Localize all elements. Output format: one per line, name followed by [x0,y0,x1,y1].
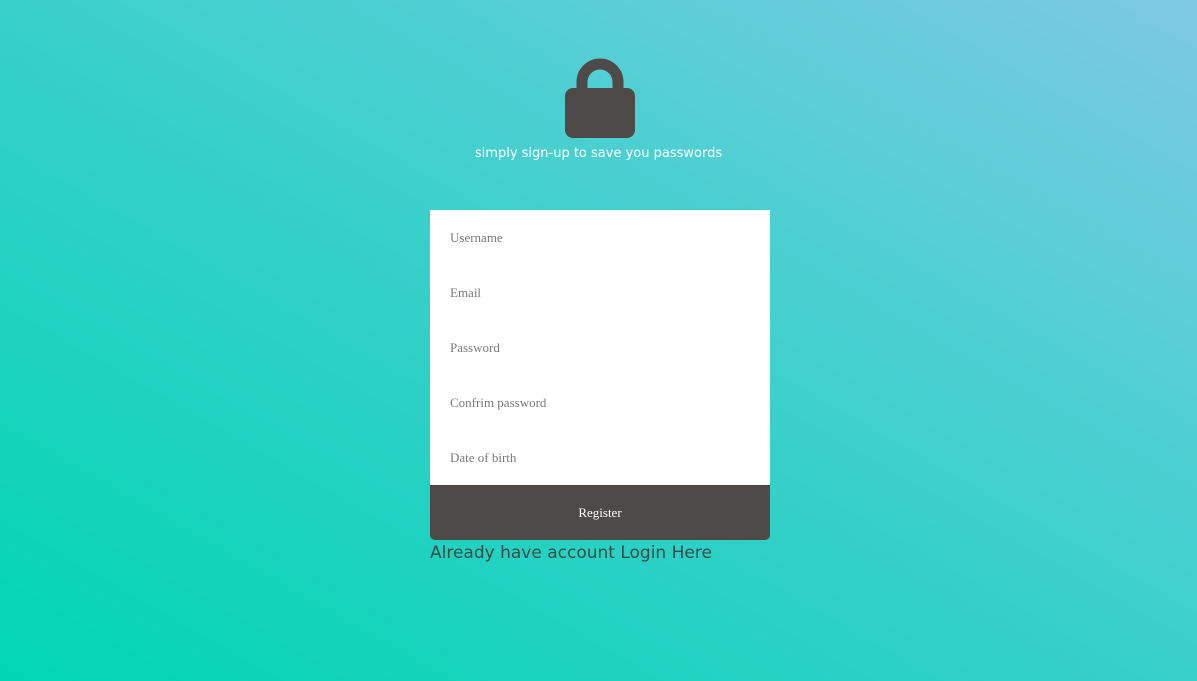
lock-icon [565,58,635,138]
confirm-password-field[interactable] [430,375,770,430]
tagline: simply sign-up to save you passwords [474,146,723,161]
username-field[interactable] [430,210,770,265]
login-link[interactable]: Already have account Login Here [430,541,712,565]
register-button[interactable]: Register [430,485,770,540]
email-field[interactable] [430,265,770,320]
password-field[interactable] [430,320,770,375]
date-of-birth-field[interactable] [430,430,770,485]
signup-form: Register [430,210,770,540]
